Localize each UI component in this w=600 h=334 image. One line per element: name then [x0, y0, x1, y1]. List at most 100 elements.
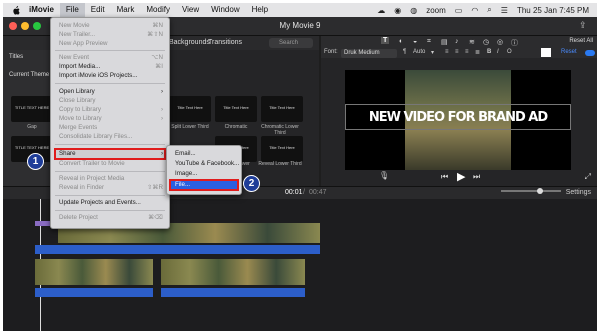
search-icon[interactable]: ⌕: [487, 5, 491, 15]
fullscreen-icon[interactable]: ⤢: [585, 172, 591, 182]
size-select[interactable]: Auto: [413, 49, 425, 55]
color-swatch[interactable]: [541, 48, 551, 57]
play-icon[interactable]: ▶: [457, 170, 465, 183]
apple-icon[interactable]: [3, 5, 23, 15]
info-icon[interactable]: ⓘ: [511, 38, 518, 48]
menu-modify[interactable]: Modify: [140, 3, 176, 17]
menu-item-reveal-project-media[interactable]: Reveal in Project Media: [59, 175, 165, 183]
control-center-icon[interactable]: ☰: [501, 6, 508, 15]
audio-track[interactable]: [35, 288, 153, 297]
menu-window[interactable]: Window: [205, 3, 245, 17]
video-clip[interactable]: [35, 259, 153, 285]
skip-back-icon[interactable]: ⏮: [441, 172, 448, 182]
reset-all-button[interactable]: Reset All: [569, 38, 593, 44]
thumb-caption: Reveal Lower Third: [258, 161, 302, 167]
menu-separator: [55, 83, 165, 84]
align-center-icon[interactable]: ≡: [455, 49, 459, 55]
menu-edit[interactable]: Edit: [85, 3, 111, 17]
adjust-toolbar: T ◐ ◒ ⌗ ▤ ♪ ≋ ◷ ◎ ⓘ Reset All: [321, 37, 597, 48]
toggle-switch[interactable]: [585, 50, 595, 56]
search-input[interactable]: Search: [269, 38, 313, 48]
zoom-slider[interactable]: [501, 190, 561, 192]
menu-item-move-to-library[interactable]: Move to Library ›: [59, 115, 165, 123]
tab-transitions[interactable]: Transitions: [208, 39, 242, 46]
speed-icon[interactable]: ◷: [483, 38, 489, 46]
share-item-image[interactable]: Image...: [175, 170, 237, 178]
font-toolbar: Font: Druk Medium ¶ Auto ▾ ≡ ≡ ≡ ≣ B I O…: [321, 48, 597, 58]
section-current-theme[interactable]: Current Theme: [9, 72, 49, 78]
skip-forward-icon[interactable]: ⏭: [473, 172, 480, 182]
reset-button[interactable]: Reset: [561, 49, 577, 55]
video-clip[interactable]: [161, 259, 305, 285]
menu-item-open-library[interactable]: Open Library ›: [59, 88, 165, 96]
bold-button[interactable]: B: [487, 49, 491, 55]
zoom-label[interactable]: zoom: [426, 6, 446, 15]
font-select[interactable]: Druk Medium: [341, 49, 397, 58]
paragraph-icon[interactable]: ¶: [403, 49, 406, 55]
thumb-caption: Chromatic: [224, 124, 248, 130]
menu-help[interactable]: Help: [246, 3, 274, 17]
menu-item-new-event[interactable]: New Event ⌥N: [59, 54, 165, 62]
share-submenu: Email... YouTube & Facebook... Image... …: [166, 145, 242, 195]
zoom-app-icon[interactable]: ◍: [410, 6, 417, 15]
chevron-down-icon[interactable]: ▾: [431, 49, 434, 56]
outline-button[interactable]: O: [507, 49, 512, 55]
video-title-text[interactable]: NEW VIDEO FOR BRAND AD: [345, 110, 571, 125]
share-item-file[interactable]: File...: [175, 181, 237, 189]
filter-icon[interactable]: ◎: [497, 38, 503, 46]
align-right-icon[interactable]: ≡: [465, 49, 469, 55]
wifi-icon[interactable]: ◠: [471, 6, 478, 15]
menu-item-convert-trailer[interactable]: Convert Trailer to Movie: [59, 160, 165, 168]
lock-icon[interactable]: ◉: [394, 6, 401, 15]
share-item-youtube[interactable]: YouTube & Facebook...: [175, 160, 239, 168]
stabilization-icon[interactable]: ▤: [441, 38, 448, 46]
text-tool-icon[interactable]: T: [381, 37, 390, 44]
menu-item-new-trailer[interactable]: New Trailer... ⌘⇧N: [59, 31, 165, 39]
italic-button[interactable]: I: [497, 49, 499, 55]
step-callout-2: 2: [243, 175, 260, 192]
audio-track[interactable]: [161, 288, 305, 297]
menu-imovie[interactable]: iMovie: [23, 3, 60, 17]
justify-icon[interactable]: ≣: [475, 49, 480, 56]
menu-item-new-app-preview[interactable]: New App Preview: [59, 40, 165, 48]
tab-backgrounds[interactable]: Backgrounds: [169, 39, 210, 46]
noise-icon[interactable]: ≋: [469, 38, 475, 46]
menu-item-delete-project[interactable]: Delete Project ⌘⌫: [59, 214, 165, 222]
crop-icon[interactable]: ⌗: [427, 38, 431, 46]
menu-item-consolidate[interactable]: Consolidate Library Files...: [59, 133, 165, 141]
menu-item-merge-events[interactable]: Merge Events: [59, 124, 165, 132]
menu-view[interactable]: View: [176, 3, 205, 17]
share-item-email[interactable]: Email...: [175, 150, 237, 158]
battery-icon[interactable]: ▭: [455, 6, 463, 15]
menu-item-import-media[interactable]: Import Media... ⌘I: [59, 63, 165, 71]
volume-icon[interactable]: ♪: [455, 38, 459, 45]
title-thumb[interactable]: TITLE TEXT HERE: [11, 96, 53, 122]
clock-label[interactable]: Thu 25 Jan 7:45 PM: [517, 6, 589, 15]
zoom-slider-knob[interactable]: [537, 188, 543, 194]
align-left-icon[interactable]: ≡: [445, 49, 449, 55]
file-menu: New Movie ⌘N New Trailer... ⌘⇧N New App Pr…: [50, 17, 170, 229]
title-thumb[interactable]: Title Text Here: [215, 96, 257, 122]
bolt-icon[interactable]: ☁: [377, 6, 385, 15]
menu-item-import-ios[interactable]: Import iMovie iOS Projects...: [59, 72, 165, 80]
menu-item-copy-to-library[interactable]: Copy to Library ›: [59, 106, 165, 114]
title-thumb[interactable]: Title Text Here: [261, 136, 303, 162]
audio-track[interactable]: [35, 245, 320, 254]
title-thumb[interactable]: Title Text Here: [261, 96, 303, 122]
menu-item-update-projects[interactable]: Update Projects and Events...: [59, 199, 165, 207]
settings-button[interactable]: Settings: [566, 189, 591, 196]
menu-file[interactable]: File: [59, 3, 85, 17]
menu-mark[interactable]: Mark: [111, 3, 141, 17]
color-balance-icon[interactable]: ◐: [399, 38, 403, 45]
video-preview[interactable]: NEW VIDEO FOR BRAND AD: [345, 70, 571, 170]
viewer-toolbar: T ◐ ◒ ⌗ ▤ ♪ ≋ ◷ ◎ ⓘ Reset All Font: Druk…: [321, 36, 597, 58]
menu-item-new-movie[interactable]: New Movie ⌘N: [59, 22, 165, 30]
menu-item-reveal-finder[interactable]: Reveal in Finder ⇧⌘R: [59, 184, 165, 192]
microphone-icon[interactable]: 🎙: [379, 171, 389, 180]
menu-item-share[interactable]: Share ›: [59, 150, 165, 158]
title-thumb[interactable]: Title Text Here: [169, 96, 211, 122]
current-time: 00:01: [285, 189, 303, 196]
menu-item-close-library[interactable]: Close Library: [59, 97, 165, 105]
share-icon[interactable]: ⇪: [579, 20, 589, 31]
color-correction-icon[interactable]: ◒: [413, 38, 417, 45]
